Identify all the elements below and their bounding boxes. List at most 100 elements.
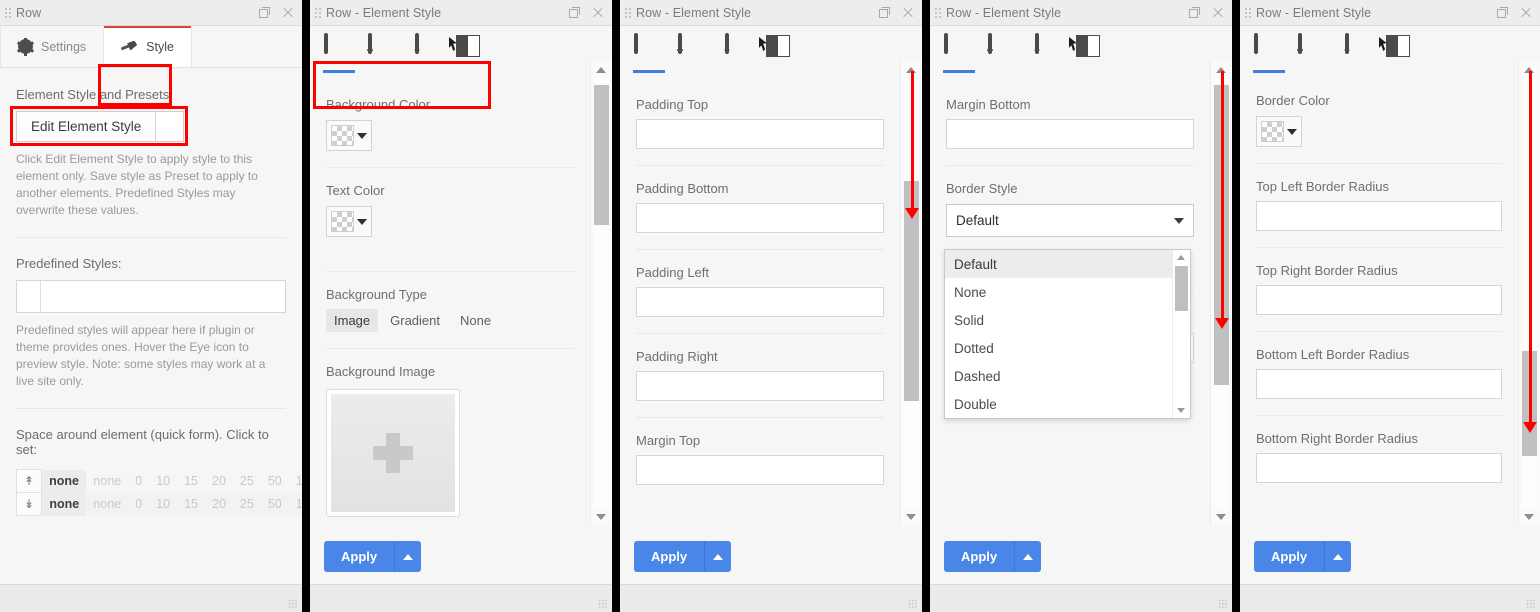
device-tab-desktop[interactable] [633,33,665,73]
drag-handle-icon[interactable] [0,0,16,25]
background-color-swatch[interactable] [326,120,372,151]
scroll-up-icon[interactable] [1216,67,1226,73]
apply-button[interactable]: Apply [1254,541,1325,572]
apply-button[interactable]: Apply [944,541,1015,572]
close-icon[interactable] [902,7,914,19]
bg-type-none[interactable]: None [452,309,499,332]
device-tab-desktop[interactable] [1253,33,1285,73]
tab-settings[interactable]: Settings [0,26,105,67]
top-left-border-radius-input[interactable] [1256,201,1502,231]
margin-bottom-current[interactable]: none [41,492,87,516]
scrollbar-thumb[interactable] [1214,85,1229,385]
panel3-scrollbar[interactable] [900,61,922,526]
device-tab-tablet[interactable] [988,33,1018,73]
border-style-select[interactable]: Default [946,204,1194,237]
close-icon[interactable] [282,7,294,19]
scroll-down-icon[interactable] [1216,514,1226,520]
drag-handle-icon[interactable] [310,0,326,25]
dropdown-option-solid[interactable]: Solid [945,306,1190,334]
scroll-down-icon[interactable] [1524,514,1534,520]
text-color-swatch[interactable] [326,206,372,237]
space-option[interactable]: 25 [232,492,261,516]
space-option[interactable]: 0 [128,470,149,493]
bg-type-gradient[interactable]: Gradient [382,309,448,332]
device-tab-phone[interactable] [412,33,442,73]
device-tab-custom[interactable] [1379,35,1416,73]
edit-element-style-button[interactable]: Edit Element Style [16,111,157,142]
margin-top-input[interactable] [636,455,884,485]
space-option[interactable]: 50 [261,470,289,493]
scroll-up-icon[interactable] [596,67,606,73]
padding-bottom-input[interactable] [636,203,884,233]
background-image-upload[interactable] [326,389,460,517]
panel5-scrollbar[interactable] [1518,61,1540,526]
scrollbar-thumb[interactable] [904,181,919,401]
dropdown-option-dotted[interactable]: Dotted [945,334,1190,362]
dropdown-option-default[interactable]: Default [945,250,1190,278]
apply-button[interactable]: Apply [634,541,705,572]
device-tab-tablet[interactable] [678,33,708,73]
dropdown-option-none[interactable]: None [945,278,1190,306]
predefined-styles-box[interactable] [16,280,286,313]
padding-right-input[interactable] [636,371,884,401]
space-option[interactable]: 100 [289,470,302,493]
panel2-scrollbar[interactable] [590,61,612,526]
device-tab-desktop[interactable] [323,33,355,73]
scrollbar-thumb[interactable] [594,85,609,225]
close-icon[interactable] [1520,7,1532,19]
resize-grip-icon[interactable] [1218,599,1227,608]
restore-icon[interactable] [1189,7,1200,18]
close-icon[interactable] [592,7,604,19]
scroll-down-icon[interactable] [906,514,916,520]
scroll-down-icon[interactable] [596,514,606,520]
device-tab-tablet[interactable] [1298,33,1328,73]
border-style-dropdown[interactable]: Default None Solid Dotted Dashed Double [944,249,1191,419]
apply-options-caret[interactable] [1324,541,1352,572]
space-option[interactable]: none [86,492,129,516]
apply-options-caret[interactable] [1014,541,1042,572]
resize-grip-icon[interactable] [1526,599,1535,608]
panel4-scrollbar[interactable] [1210,61,1232,526]
device-tab-custom[interactable] [759,35,796,73]
scroll-up-icon[interactable] [1524,67,1534,73]
space-option[interactable]: 20 [205,470,233,493]
space-option[interactable]: 20 [205,492,233,516]
padding-top-input[interactable] [636,119,884,149]
restore-icon[interactable] [1497,7,1508,18]
device-tab-custom[interactable] [449,35,486,73]
space-option[interactable]: none [86,470,128,493]
restore-icon[interactable] [879,7,890,18]
apply-button[interactable]: Apply [324,541,395,572]
element-style-swatch[interactable] [156,111,185,142]
device-tab-tablet[interactable] [368,33,398,73]
bottom-left-border-radius-input[interactable] [1256,369,1502,399]
space-option[interactable]: 0 [128,492,150,516]
device-tab-phone[interactable] [1032,33,1062,73]
drag-handle-icon[interactable] [930,0,946,25]
margin-top-current[interactable]: none [41,469,87,493]
scroll-up-icon[interactable] [906,67,916,73]
device-tab-desktop[interactable] [943,33,975,73]
scrollbar-thumb[interactable] [1522,351,1537,456]
restore-icon[interactable] [259,7,270,18]
space-option[interactable]: 15 [177,470,205,493]
tab-style[interactable]: Style [104,26,192,67]
top-right-border-radius-input[interactable] [1256,285,1502,315]
drag-handle-icon[interactable] [1240,0,1256,25]
apply-options-caret[interactable] [394,541,422,572]
close-icon[interactable] [1212,7,1224,19]
resize-grip-icon[interactable] [288,599,297,608]
border-color-swatch[interactable] [1256,116,1302,147]
device-tab-phone[interactable] [1342,33,1372,73]
space-option[interactable]: 10 [149,470,177,493]
space-option[interactable]: 100 [288,492,302,516]
space-option[interactable]: 50 [260,492,289,516]
space-option[interactable]: 15 [177,492,205,516]
device-tab-phone[interactable] [722,33,752,73]
apply-options-caret[interactable] [704,541,732,572]
dropdown-option-double[interactable]: Double [945,390,1190,418]
bottom-right-border-radius-input[interactable] [1256,453,1502,483]
restore-icon[interactable] [569,7,580,18]
space-option[interactable]: 10 [149,492,178,516]
drag-handle-icon[interactable] [620,0,636,25]
